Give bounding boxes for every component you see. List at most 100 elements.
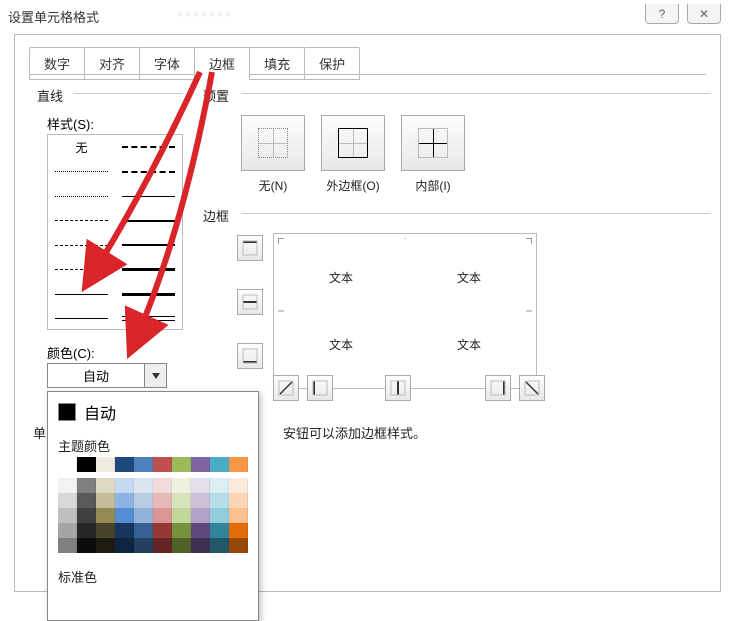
color-swatch[interactable] — [134, 457, 153, 472]
preview-text: 文本 — [329, 269, 353, 286]
line-style-option[interactable] — [48, 258, 115, 283]
color-swatch[interactable] — [172, 508, 191, 523]
color-swatch[interactable] — [96, 508, 115, 523]
style-label: 样式(S): — [47, 114, 94, 133]
border-middle-v-button[interactable] — [385, 375, 411, 401]
preset-inner-button[interactable] — [401, 115, 465, 171]
color-swatch[interactable] — [229, 523, 248, 538]
color-swatch[interactable] — [229, 493, 248, 508]
line-style-option[interactable] — [48, 307, 115, 332]
color-swatch[interactable] — [210, 523, 229, 538]
color-swatch[interactable] — [229, 478, 248, 493]
color-swatch[interactable] — [77, 478, 96, 493]
theme-colors-label: 主题颜色 — [48, 432, 258, 457]
preset-outer-button[interactable] — [321, 115, 385, 171]
standard-colors-label: 标准色 — [48, 563, 258, 588]
annotation-arrow-icon — [142, 66, 302, 366]
chevron-down-icon — [152, 373, 160, 379]
line-style-option[interactable] — [48, 209, 115, 234]
group-presets-rule — [241, 93, 711, 94]
color-swatch[interactable] — [153, 493, 172, 508]
color-swatch[interactable] — [210, 478, 229, 493]
color-swatch[interactable] — [134, 493, 153, 508]
border-preview[interactable]: 文本 文本 文本 文本 — [273, 233, 537, 389]
color-swatch[interactable] — [210, 538, 229, 553]
color-swatch[interactable] — [134, 478, 153, 493]
color-swatch[interactable] — [96, 457, 115, 472]
close-button[interactable]: ✕ — [687, 4, 721, 24]
color-swatch[interactable] — [229, 457, 248, 472]
color-swatch[interactable] — [229, 508, 248, 523]
color-swatch[interactable] — [210, 508, 229, 523]
color-swatch[interactable] — [58, 523, 77, 538]
color-swatch[interactable] — [229, 538, 248, 553]
color-swatch[interactable] — [191, 508, 210, 523]
color-swatch[interactable] — [96, 478, 115, 493]
blurred-background-text: · · · · · · · — [178, 6, 230, 21]
color-label: 颜色(C): — [47, 343, 95, 362]
color-swatch[interactable] — [115, 493, 134, 508]
color-dropdown-panel: 自动 主题颜色 标准色 — [47, 391, 259, 621]
color-swatch[interactable] — [153, 523, 172, 538]
hint-text: 安钮可以添加边框样式。 — [283, 423, 426, 442]
preset-outer-label: 外边框(O) — [326, 177, 379, 194]
color-swatch[interactable] — [77, 523, 96, 538]
line-style-none[interactable]: 无 — [48, 135, 115, 160]
border-diag-up-button[interactable] — [273, 375, 299, 401]
color-swatch[interactable] — [115, 538, 134, 553]
hint-text-left: 单 — [33, 423, 46, 442]
color-swatch[interactable] — [210, 457, 229, 472]
preset-inner-label: 内部(I) — [415, 177, 450, 194]
color-swatch[interactable] — [115, 523, 134, 538]
color-swatch[interactable] — [172, 538, 191, 553]
help-button[interactable]: ? — [645, 4, 679, 24]
color-swatch[interactable] — [77, 493, 96, 508]
color-swatch[interactable] — [58, 493, 77, 508]
color-swatch[interactable] — [77, 457, 96, 472]
color-swatch[interactable] — [58, 538, 77, 553]
color-swatch[interactable] — [172, 493, 191, 508]
color-swatch[interactable] — [134, 508, 153, 523]
color-swatch[interactable] — [191, 493, 210, 508]
color-swatch[interactable] — [191, 538, 210, 553]
color-swatch[interactable] — [77, 538, 96, 553]
color-swatch[interactable] — [172, 478, 191, 493]
color-swatch[interactable] — [191, 523, 210, 538]
color-swatch[interactable] — [153, 538, 172, 553]
color-swatch[interactable] — [134, 538, 153, 553]
group-line-label: 直线 — [37, 86, 63, 105]
border-left-button[interactable] — [307, 375, 333, 401]
color-swatch[interactable] — [58, 457, 77, 472]
tab-number[interactable]: 数字 — [29, 47, 85, 80]
color-swatch[interactable] — [115, 478, 134, 493]
color-swatch[interactable] — [153, 508, 172, 523]
color-swatch[interactable] — [58, 478, 77, 493]
color-swatch[interactable] — [153, 478, 172, 493]
line-style-option[interactable] — [48, 282, 115, 307]
color-swatch[interactable] — [115, 508, 134, 523]
line-color-value: 自动 — [48, 366, 144, 385]
color-swatch[interactable] — [96, 493, 115, 508]
border-diag-down-button[interactable] — [519, 375, 545, 401]
color-swatch[interactable] — [115, 457, 134, 472]
preview-text: 文本 — [329, 336, 353, 353]
color-swatch[interactable] — [96, 538, 115, 553]
line-style-option[interactable] — [48, 160, 115, 185]
color-swatch[interactable] — [77, 508, 96, 523]
tab-protect[interactable]: 保护 — [304, 47, 360, 80]
color-swatch[interactable] — [172, 523, 191, 538]
color-auto-option[interactable]: 自动 — [48, 392, 258, 432]
color-swatch[interactable] — [58, 508, 77, 523]
theme-color-palette — [48, 457, 258, 553]
color-swatch[interactable] — [191, 478, 210, 493]
color-swatch[interactable] — [153, 457, 172, 472]
border-right-button[interactable] — [485, 375, 511, 401]
color-swatch[interactable] — [191, 457, 210, 472]
line-style-option[interactable] — [48, 184, 115, 209]
color-swatch[interactable] — [172, 457, 191, 472]
group-border-rule — [241, 213, 711, 214]
color-swatch[interactable] — [96, 523, 115, 538]
preview-text: 文本 — [457, 336, 481, 353]
color-swatch[interactable] — [134, 523, 153, 538]
color-swatch[interactable] — [210, 493, 229, 508]
